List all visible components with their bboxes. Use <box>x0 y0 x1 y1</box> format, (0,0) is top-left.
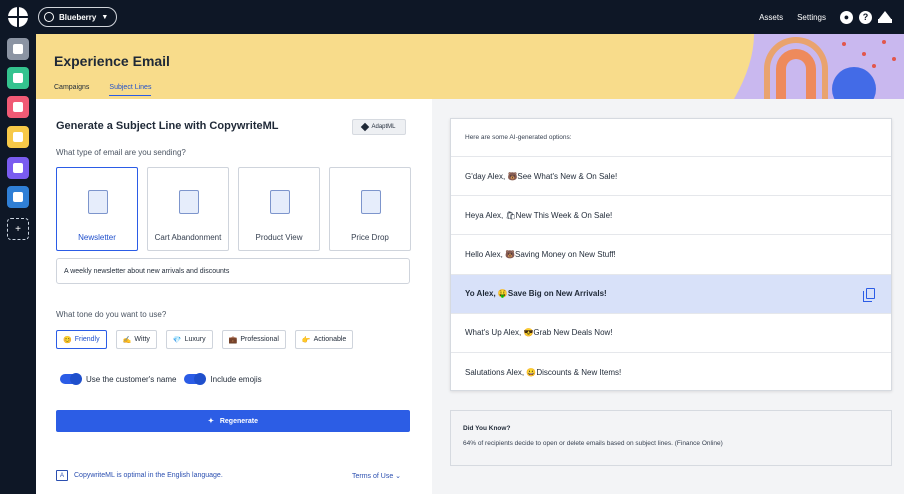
translate-icon: A <box>56 470 68 481</box>
sidebar-item-dashboard[interactable] <box>7 38 29 60</box>
adaptml-badge: AdaptML <box>352 119 406 135</box>
tone-emoji: 😊 <box>63 336 72 344</box>
sidebar: + <box>0 34 36 494</box>
magic-wand-icon: ✦ <box>207 418 214 425</box>
top-bar: Blueberry ▼ Assets Settings ● ? <box>0 0 904 34</box>
price-tag-icon <box>361 190 381 214</box>
type-label: Newsletter <box>78 233 116 242</box>
people-icon <box>13 73 23 83</box>
language-note: A CopywriteML is optimal in the English … <box>56 470 223 481</box>
tone-witty[interactable]: ✍ Witty <box>115 330 157 349</box>
terms-of-use-link[interactable]: Terms of Use ⌄ <box>352 472 401 480</box>
newsletter-icon <box>88 190 108 214</box>
tone-label: Actionable <box>313 336 347 343</box>
tone-actionable[interactable]: 👉 Actionable <box>294 330 354 349</box>
tone-emoji: 👉 <box>301 336 311 344</box>
help-icon[interactable]: ? <box>859 10 872 24</box>
settings-link[interactable]: Settings <box>797 13 826 22</box>
logo-icon[interactable] <box>8 7 28 27</box>
type-label: Cart Abandonment <box>154 233 222 242</box>
subject-option-text: Yo Alex, 🤑Save Big on New Arrivals! <box>465 289 607 299</box>
cart-icon <box>179 190 199 214</box>
chevron-down-icon: ▼ <box>101 13 109 21</box>
tab-campaigns[interactable]: Campaigns <box>54 84 89 96</box>
layers-icon <box>13 192 23 202</box>
tone-luxury[interactable]: 💎 Luxury <box>165 330 213 349</box>
type-question: What type of email are you sending? <box>56 148 186 157</box>
lightning-icon <box>13 163 23 173</box>
type-newsletter[interactable]: Newsletter <box>56 167 138 251</box>
type-label: Product View <box>255 233 303 242</box>
crown-icon[interactable] <box>878 10 892 23</box>
emoji-toggle[interactable] <box>184 373 207 385</box>
generator-title: Generate a Subject Line with CopywriteML <box>56 120 279 132</box>
language-note-text: CopywriteML is optimal in the English la… <box>74 472 223 479</box>
tab-subject-lines[interactable]: Subject Lines <box>109 84 152 96</box>
subject-option-selected[interactable]: Yo Alex, 🤑Save Big on New Arrivals! <box>451 274 891 314</box>
customer-name-toggle[interactable] <box>60 373 82 385</box>
emoji-label: Include emojis <box>210 374 262 384</box>
did-you-know-title: Did You Know? <box>463 425 511 432</box>
type-product-view[interactable]: Product View <box>238 167 320 251</box>
layout-icon <box>13 102 23 112</box>
sidebar-item-email[interactable] <box>7 126 29 148</box>
regenerate-label: Regenerate <box>219 417 258 425</box>
subject-option[interactable]: Hello Alex, 🐻Saving Money on New Stuff! <box>451 235 891 275</box>
regenerate-button[interactable]: ✦ Regenerate <box>56 410 410 432</box>
adaptml-icon <box>361 122 370 132</box>
did-you-know-card: Did You Know? 64% of recipients decide t… <box>450 410 892 466</box>
tone-label: Luxury <box>184 336 206 343</box>
workspace-label: Blueberry <box>59 12 97 22</box>
copy-icon[interactable] <box>863 287 875 302</box>
grid-icon <box>13 44 23 54</box>
type-price-drop[interactable]: Price Drop <box>329 167 411 251</box>
user-icon[interactable]: ● <box>840 10 853 24</box>
email-description-input[interactable]: A weekly newsletter about new arrivals a… <box>56 258 410 284</box>
tone-label: Witty <box>134 336 150 343</box>
options-heading: Here are some AI-generated options: <box>451 119 891 157</box>
globe-icon <box>44 12 54 22</box>
generator-panel: Generate a Subject Line with CopywriteML… <box>36 99 432 494</box>
workspace-selector[interactable]: Blueberry ▼ <box>38 7 118 27</box>
tone-emoji: ✍ <box>122 336 132 344</box>
ai-options-card: Here are some AI-generated options: G'da… <box>450 118 892 391</box>
tone-professional[interactable]: 💼 Professional <box>221 330 286 349</box>
tone-friendly[interactable]: 😊 Friendly <box>56 330 107 349</box>
tone-emoji: 💎 <box>172 336 182 344</box>
product-view-icon <box>270 190 290 214</box>
sidebar-item-layers[interactable] <box>7 186 29 208</box>
assets-link[interactable]: Assets <box>759 13 783 22</box>
subject-option[interactable]: What's Up Alex, 😎Grab New Deals Now! <box>451 314 891 353</box>
sidebar-item-audience[interactable] <box>7 67 29 89</box>
tone-label: Professional <box>240 336 279 343</box>
header-illustration <box>694 34 904 99</box>
subject-option[interactable]: Salutations Alex, 😀Discounts & New Items… <box>451 353 891 392</box>
tone-emoji: 💼 <box>228 336 238 344</box>
add-app-button[interactable]: + <box>7 218 29 240</box>
type-label: Price Drop <box>351 233 389 242</box>
email-icon <box>13 132 23 142</box>
adaptml-label: AdaptML <box>371 124 396 130</box>
page-title: Experience Email <box>54 53 170 69</box>
sidebar-item-automations[interactable] <box>7 157 29 179</box>
did-you-know-body: 64% of recipients decide to open or dele… <box>463 440 723 447</box>
type-cart-abandonment[interactable]: Cart Abandonment <box>147 167 229 251</box>
subject-option[interactable]: Heya Alex, 🛍New This Week & On Sale! <box>451 196 891 236</box>
page-header: Experience Email Campaigns Subject Lines <box>36 34 904 99</box>
tone-label: Friendly <box>74 336 100 343</box>
customer-name-label: Use the customer's name <box>86 374 177 384</box>
sidebar-item-templates[interactable] <box>7 96 29 118</box>
subject-option[interactable]: G'day Alex, 🐻See What's New & On Sale! <box>451 157 891 197</box>
tone-question: What tone do you want to use? <box>56 310 167 319</box>
